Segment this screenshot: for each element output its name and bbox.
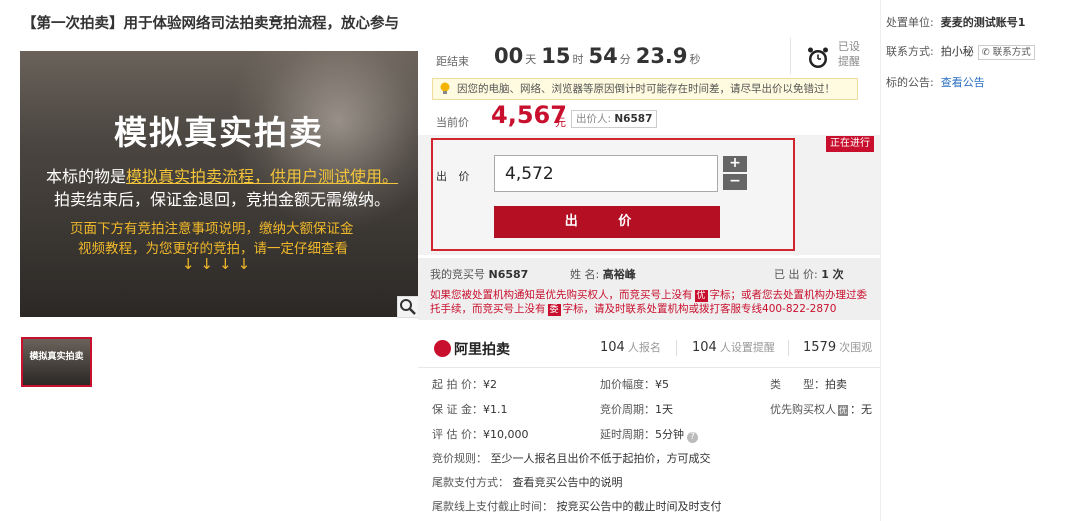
priority-icon: 优 [838, 405, 848, 416]
priority-buyer: 优先购买权人优：无 [770, 403, 872, 416]
current-price-label: 当前价 [436, 116, 469, 129]
divider [676, 340, 677, 356]
divider [788, 340, 789, 356]
bid-period: 竞价周期：1天 [600, 403, 673, 416]
place-bid-button[interactable]: 出 价 [494, 206, 720, 238]
image-line-4: 视频教程，为您更好的竞拍，请一定仔细查看 [78, 241, 348, 257]
bid-label: 出 价 [436, 170, 474, 183]
bid-count: 已 出 价: 1 次 [774, 268, 844, 281]
signup-count: 104 人报名 [600, 340, 661, 355]
image-line-2: 拍卖结束后，保证金退回，竞拍金额无需缴纳。 [54, 190, 391, 209]
page-title: 【第一次拍卖】用于体验网络司法拍卖竞拍流程，放心参与 [22, 16, 399, 32]
reminder-count: 104 人设置提醒 [692, 340, 775, 355]
bid-rule: 竞价规则： 至少一人报名且出价不低于起拍价，方可成交 [432, 452, 711, 465]
bidder-name: 姓 名: 高裕峰 [570, 268, 636, 281]
entrust-tag: 委 [547, 304, 561, 316]
current-bidder: 出价人: N6587 [571, 110, 658, 128]
ali-logo-icon [434, 340, 451, 357]
image-line-3: 页面下方有竞拍注意事项说明，缴纳大额保证金 [70, 221, 354, 237]
priority-tag: 优 [694, 290, 708, 302]
image-headline: 模拟真实拍卖 [114, 113, 324, 152]
main-image[interactable]: 模拟真实拍卖 本标的物是模拟真实拍卖流程，供用户测试使用。 拍卖结束后，保证金退… [20, 51, 418, 317]
divider [790, 38, 791, 74]
bid-increment: 加价幅度：¥5 [600, 378, 669, 391]
deposit: 保 证 金：¥1.1 [432, 403, 508, 416]
auction-type: 类 型：拍卖 [770, 378, 847, 391]
view-count: 1579 次围观 [803, 340, 873, 355]
bid-amount-input[interactable] [494, 155, 718, 192]
image-thumbnail[interactable]: 模拟真实拍卖 [21, 337, 92, 387]
view-announcement-link[interactable]: 查看公告 [941, 76, 985, 89]
divider [418, 367, 880, 368]
contact-info: 联系方式: 拍小秘 ✆ 联系方式 [886, 43, 1035, 60]
alarm-clock-icon[interactable] [806, 46, 830, 70]
status-badge: 正在进行 [826, 136, 874, 152]
countdown-label: 距结束 [436, 55, 469, 68]
increase-bid-button[interactable]: + [723, 156, 747, 172]
magnifier-icon [400, 299, 416, 315]
help-icon[interactable]: ? [687, 432, 698, 443]
payment-deadline: 尾款线上支付截止时间： 按竞买公告中的截止时间及时支付 [432, 500, 722, 513]
ali-auction-logo: 阿里拍卖 [434, 339, 510, 359]
appraisal-price: 评 估 价：¥10,000 [432, 428, 529, 441]
image-line-1: 本标的物是模拟真实拍卖流程，供用户测试使用。 [46, 167, 399, 186]
countdown-timer: 00 天 15 时 54 分 23.9 秒 [494, 44, 701, 68]
thumbnail-text: 模拟真实拍卖 [29, 352, 84, 362]
price-unit: 元 [555, 116, 566, 129]
time-notice: 因您的电脑、网络、浏览器等原因倒计时可能存在时间差，请尽早出价以免错过！ [432, 78, 858, 100]
my-bid-info: 我的竞买号 N6587 姓 名: 高裕峰 已 出 价: 1 次 如果您被处置机构… [418, 258, 880, 320]
priority-warning: 如果您被处置机构通知是优先购买权人，而竞买号上没有优字标；或者您去处置机构办理过… [430, 289, 868, 316]
image-arrows: ↓↓↓↓ [181, 255, 257, 273]
payment-method: 尾款支付方式： 查看竞买公告中的说明 [432, 476, 623, 489]
lightbulb-icon [440, 82, 450, 94]
contact-button[interactable]: ✆ 联系方式 [977, 45, 1035, 60]
start-price: 起 拍 价：¥2 [432, 378, 497, 391]
reminder-set-button[interactable]: 已设 提醒 [838, 39, 862, 69]
announcement: 标的公告: 查看公告 [886, 76, 985, 89]
delay-period: 延时周期：5分钟? [600, 426, 698, 443]
phone-icon: ✆ [981, 47, 990, 58]
decrease-bid-button[interactable]: − [723, 174, 747, 190]
zoom-button[interactable] [397, 296, 419, 318]
bidder-number: 我的竞买号 N6587 [430, 268, 529, 281]
disposal-unit: 处置单位: 麦麦的测试账号1 [886, 16, 1026, 29]
